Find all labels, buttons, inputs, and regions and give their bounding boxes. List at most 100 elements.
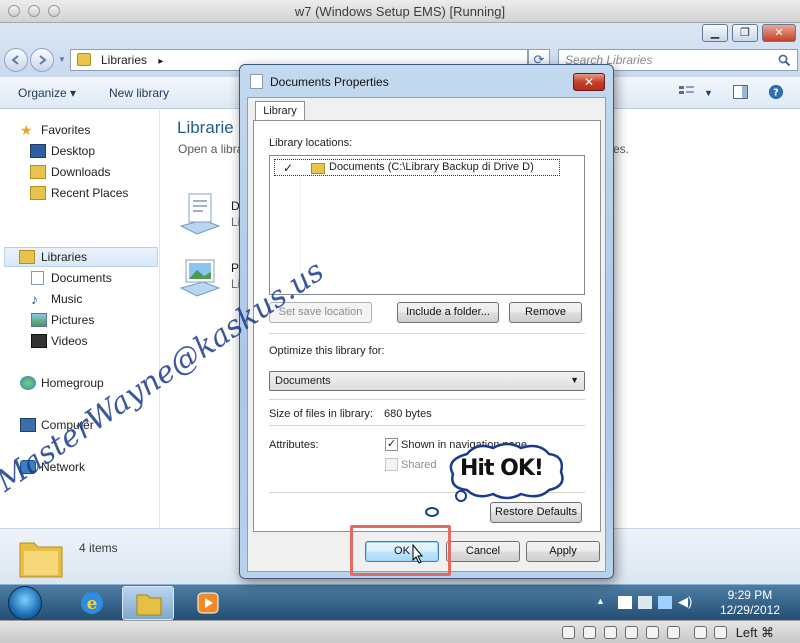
media-player-taskbar-button[interactable] [182, 586, 234, 620]
nav-videos-label: Videos [51, 334, 88, 348]
shared-label: Shared [401, 459, 437, 471]
media-player-icon [197, 592, 219, 614]
host-status-bar: Left ⌘ [0, 620, 800, 643]
internet-explorer-taskbar-button[interactable]: e [66, 586, 118, 620]
start-button[interactable] [8, 586, 42, 620]
nav-downloads[interactable]: Downloads [0, 162, 158, 182]
nav-pictures[interactable]: Pictures [0, 310, 158, 330]
size-value: 680 bytes [384, 408, 432, 420]
nav-desktop-label: Desktop [51, 144, 96, 158]
optical-drive-icon [583, 626, 596, 639]
downloads-folder-icon [30, 165, 46, 179]
desktop-icon [30, 144, 46, 158]
address-separator-icon[interactable]: ▸ [158, 56, 163, 67]
nav-favorites[interactable]: ★ Favorites [0, 120, 158, 140]
window-close-button[interactable]: ✕ [762, 24, 796, 42]
library-item[interactable]: P Li [177, 252, 247, 302]
internet-explorer-icon: e [81, 592, 103, 614]
host-key-label: Left ⌘ [735, 625, 774, 640]
cancel-button[interactable]: Cancel [446, 541, 520, 562]
shared-checkbox[interactable] [385, 458, 398, 471]
content-subtitle: Open a libra [178, 142, 244, 156]
mouse-integration-icon [714, 626, 727, 639]
nav-desktop[interactable]: Desktop [0, 141, 158, 161]
library-locations-label: Library locations: [269, 137, 353, 149]
callout-text: Hit OK! [460, 456, 544, 481]
library-item[interactable]: D Li [177, 190, 247, 240]
show-hidden-icons-icon[interactable]: ▲ [596, 596, 610, 609]
restore-defaults-button[interactable]: Restore Defaults [490, 502, 582, 523]
libraries-icon [19, 250, 35, 264]
nav-favorites-label: Favorites [41, 123, 91, 137]
speech-bubble-tail [425, 507, 439, 517]
optimize-label: Optimize this library for: [269, 345, 385, 357]
help-icon[interactable]: ? [767, 84, 785, 100]
optimize-value: Documents [275, 375, 331, 387]
clock[interactable]: 9:29 PM 12/29/2012 [720, 588, 780, 618]
organize-menu[interactable]: Organize ▾ [18, 86, 76, 100]
minimize-button[interactable]: ▁ [702, 24, 728, 42]
recent-places-icon [30, 186, 46, 200]
windows-explorer-taskbar-button[interactable] [122, 586, 174, 620]
change-view-icon[interactable] [678, 84, 696, 100]
default-save-check-icon: ✓ [283, 161, 294, 175]
view-options-chevron-icon[interactable]: ▼ [704, 88, 713, 98]
item-count: 4 items [79, 541, 118, 555]
device-icon[interactable] [638, 596, 652, 609]
nav-music-label: Music [51, 292, 83, 306]
volume-icon[interactable]: ◀) [678, 594, 692, 609]
library-item-name: P [231, 261, 240, 275]
nav-libraries[interactable]: Libraries [4, 247, 158, 267]
network-adapter-icon [625, 626, 638, 639]
back-arrow-icon [11, 55, 19, 65]
divider [269, 425, 585, 426]
preview-pane-icon[interactable] [732, 84, 750, 100]
forward-button[interactable] [30, 48, 54, 72]
divider [269, 333, 585, 334]
nav-downloads-label: Downloads [51, 165, 111, 179]
videos-filmstrip-icon [31, 334, 47, 348]
svg-text:?: ? [773, 88, 779, 99]
ok-highlight-box [350, 525, 451, 576]
network-tray-icon[interactable] [658, 596, 672, 609]
folder-icon [311, 163, 325, 174]
new-library-button[interactable]: New library [109, 86, 169, 100]
nav-documents[interactable]: Documents [0, 268, 158, 288]
size-label: Size of files in library: [269, 408, 373, 420]
optimize-select[interactable]: Documents ▼ [269, 371, 585, 391]
usb-icon [604, 626, 617, 639]
remove-button[interactable]: Remove [509, 302, 582, 323]
maximize-button[interactable]: ❐ [732, 24, 758, 42]
dialog-close-button[interactable]: ✕ [573, 73, 605, 91]
address-path: Libraries [101, 53, 148, 67]
disk-icon [562, 626, 575, 639]
back-button[interactable] [4, 48, 28, 72]
library-folder-icon [77, 53, 91, 66]
shown-in-nav-pane-checkbox[interactable]: ✓ [385, 438, 398, 451]
divider [269, 399, 585, 400]
forward-arrow-icon [39, 55, 47, 65]
host-window-title: w7 (Windows Setup EMS) [Running] [294, 4, 506, 19]
include-folder-button[interactable]: Include a folder... [397, 302, 499, 323]
attributes-label: Attributes: [269, 439, 319, 451]
nav-libraries-label: Libraries [41, 250, 88, 264]
nav-recent-places[interactable]: Recent Places [0, 183, 158, 203]
documents-icon [31, 271, 44, 285]
action-center-flag-icon[interactable] [618, 596, 632, 609]
homegroup-icon [20, 376, 36, 390]
recent-pages-chevron-icon[interactable]: ▼ [58, 55, 66, 64]
nav-pictures-label: Pictures [51, 313, 95, 327]
tab-library[interactable]: Library [255, 101, 305, 121]
nav-homegroup-label: Homegroup [41, 376, 104, 390]
libraries-folder-icon [19, 542, 63, 578]
nav-documents-label: Documents [51, 271, 112, 285]
nav-music[interactable]: ♪ Music [0, 289, 158, 309]
apply-button[interactable]: Apply [526, 541, 600, 562]
nav-videos[interactable]: Videos [0, 331, 158, 351]
cpu-icon [694, 626, 707, 639]
clock-time: 9:29 PM [727, 588, 773, 602]
shared-folder-icon [646, 626, 659, 639]
favorites-star-icon: ★ [20, 122, 33, 138]
search-icon[interactable] [778, 54, 791, 67]
list-item[interactable]: ✓ Documents (C:\Library Backup di Drive … [274, 159, 560, 176]
